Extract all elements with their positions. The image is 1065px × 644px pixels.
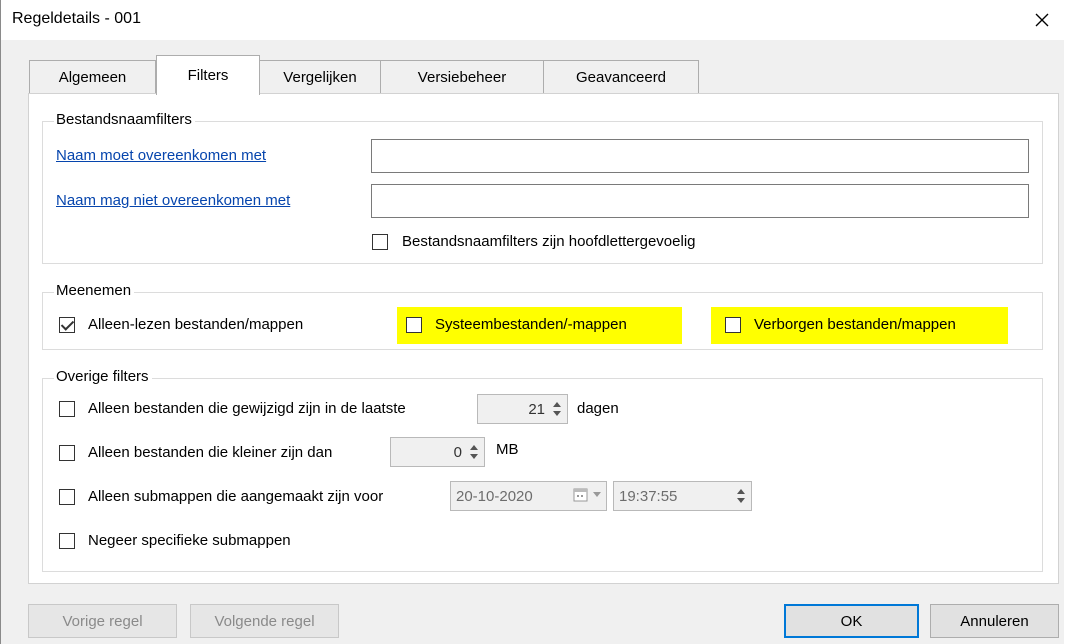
tab-vergelijken[interactable]: Vergelijken <box>259 60 381 93</box>
cancel-button[interactable]: Annuleren <box>930 604 1059 638</box>
system-files-label: Systeembestanden/-mappen <box>435 316 627 333</box>
tab-geavanceerd[interactable]: Geavanceerd <box>543 60 699 93</box>
modified-label: Alleen bestanden die gewijzigd zijn in d… <box>88 400 406 417</box>
spinner-arrows-icon[interactable] <box>733 485 749 507</box>
close-icon <box>1035 13 1049 27</box>
modified-days-spinner[interactable]: 21 <box>477 394 568 424</box>
smaller-checkbox[interactable] <box>59 445 75 461</box>
include-pattern-link[interactable]: Naam moet overeenkomen met <box>56 147 266 164</box>
button-label: Volgende regel <box>214 612 315 630</box>
calendar-icon[interactable] <box>573 487 602 503</box>
ignore-subfolders-checkbox[interactable] <box>59 533 75 549</box>
created-time-value: 19:37:55 <box>619 488 678 505</box>
include-pattern-input[interactable] <box>371 139 1029 173</box>
modified-checkbox[interactable] <box>59 401 75 417</box>
dialog-window: Regeldetails - 001 Algemeen Filters Verg… <box>0 0 1064 644</box>
smaller-size-value: 0 <box>453 444 462 461</box>
hidden-files-label: Verborgen bestanden/mappen <box>754 316 956 333</box>
exclude-pattern-input[interactable] <box>371 184 1029 218</box>
case-sensitive-label: Bestandsnaamfilters zijn hoofdlettergevo… <box>402 233 696 250</box>
button-label: Annuleren <box>960 612 1029 630</box>
other-filters-legend: Overige filters <box>54 368 152 385</box>
created-date-picker[interactable]: 20-10-2020 <box>450 481 607 511</box>
ignore-subfolders-label: Negeer specifieke submappen <box>88 532 291 549</box>
created-checkbox[interactable] <box>59 489 75 505</box>
created-label: Alleen submappen die aangemaakt zijn voo… <box>88 488 384 505</box>
exclude-pattern-link[interactable]: Naam mag niet overeenkomen met <box>56 192 290 209</box>
spinner-arrows-icon[interactable] <box>549 398 565 420</box>
next-rule-button[interactable]: Volgende regel <box>190 604 339 638</box>
include-legend: Meenemen <box>54 282 135 299</box>
created-time-picker[interactable]: 19:37:55 <box>613 481 752 511</box>
button-label: OK <box>840 612 863 630</box>
tab-label: Versiebeheer <box>417 68 507 86</box>
tab-algemeen[interactable]: Algemeen <box>29 60 156 93</box>
case-sensitive-checkbox[interactable] <box>372 234 388 250</box>
title-bar: Regeldetails - 001 <box>1 0 1064 40</box>
modified-unit: dagen <box>577 400 619 417</box>
window-title: Regeldetails - 001 <box>12 10 141 27</box>
created-date-value: 20-10-2020 <box>456 488 533 505</box>
modified-days-value: 21 <box>528 401 545 418</box>
smaller-unit: MB <box>496 441 519 458</box>
filename-filters-legend: Bestandsnaamfilters <box>54 111 195 128</box>
button-label: Vorige regel <box>62 612 143 630</box>
readonly-label: Alleen-lezen bestanden/mappen <box>88 316 304 333</box>
ok-button[interactable]: OK <box>784 604 919 638</box>
tab-label: Vergelijken <box>283 68 357 86</box>
system-files-checkbox[interactable] <box>406 317 422 333</box>
tab-versiebeheer[interactable]: Versiebeheer <box>380 60 544 93</box>
spinner-arrows-icon[interactable] <box>466 441 482 463</box>
tab-label: Algemeen <box>58 68 127 86</box>
close-button[interactable] <box>1026 4 1058 36</box>
tab-label: Filters <box>187 67 229 84</box>
hidden-files-checkbox[interactable] <box>725 317 741 333</box>
tab-label: Geavanceerd <box>575 68 667 86</box>
smaller-size-spinner[interactable]: 0 <box>390 437 485 467</box>
readonly-checkbox[interactable] <box>59 317 75 333</box>
tab-filters[interactable]: Filters <box>156 55 260 95</box>
smaller-label: Alleen bestanden die kleiner zijn dan <box>88 444 333 461</box>
previous-rule-button[interactable]: Vorige regel <box>28 604 177 638</box>
